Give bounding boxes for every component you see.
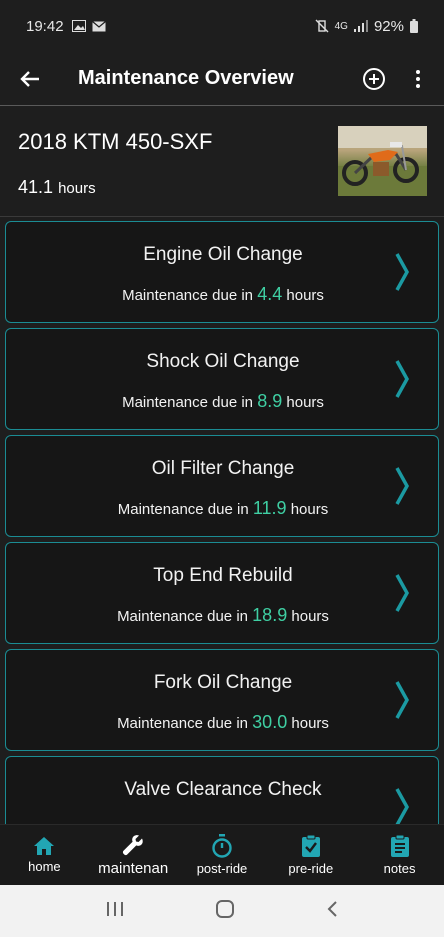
task-card-oil-filter[interactable]: Oil Filter Change Maintenance due in 11.…: [5, 435, 439, 537]
mail-icon: [91, 20, 106, 31]
status-time: 19:42: [26, 17, 64, 35]
nav-label: post-ride: [196, 861, 248, 876]
task-title: Valve Clearance Check: [124, 779, 322, 800]
status-bar: 19:42 4G 92%: [0, 0, 444, 52]
home-icon: [34, 837, 55, 855]
task-title: Top End Rebuild: [153, 565, 293, 586]
nav-label: pre-ride: [288, 861, 334, 876]
task-due: Maintenance due in 8.9 hours: [6, 391, 440, 412]
bottom-navigation: home maintenan post-ride pre-ride notes: [0, 824, 444, 885]
bike-header: 2018 KTM 450-SXF 41.1 hours: [0, 107, 444, 217]
task-due-unit: hours: [291, 608, 329, 625]
task-due: Maintenance due in 18.9 hours: [6, 605, 440, 626]
nav-maintenance[interactable]: maintenan: [89, 825, 178, 885]
nav-label: home: [28, 859, 61, 874]
chevron-right-icon: [395, 467, 410, 505]
task-due-value: 30.0: [252, 712, 288, 732]
recent-apps-button[interactable]: [106, 901, 124, 922]
nav-home[interactable]: home: [0, 825, 89, 885]
chevron-right-icon: [395, 360, 410, 398]
system-navigation-bar: [0, 885, 444, 937]
recent-apps-icon: [106, 901, 123, 916]
task-due-value: 4.4: [257, 284, 283, 304]
task-card-top-end[interactable]: Top End Rebuild Maintenance due in 18.9 …: [5, 542, 439, 644]
task-title: Shock Oil Change: [146, 351, 300, 372]
bike-hours-value: 41.1: [18, 177, 54, 197]
task-card-valve-clearance[interactable]: Valve Clearance Check: [5, 756, 439, 824]
task-due-value: 11.9: [252, 498, 287, 518]
nav-pre-ride[interactable]: pre-ride: [266, 825, 355, 885]
mute-vibrate-icon: [315, 19, 329, 33]
nav-notes[interactable]: notes: [355, 825, 444, 885]
task-due-unit: hours: [290, 501, 329, 518]
system-back-button[interactable]: [326, 900, 338, 923]
task-card-shock-oil[interactable]: Shock Oil Change Maintenance due in 8.9 …: [5, 328, 439, 430]
stopwatch-icon: [212, 834, 232, 858]
home-circle-icon: [215, 899, 234, 918]
more-vert-icon: [416, 69, 420, 88]
task-due-prefix: Maintenance due in: [122, 394, 254, 411]
task-due-prefix: Maintenance due in: [122, 287, 254, 304]
task-due-prefix: Maintenance due in: [117, 608, 248, 625]
task-due: Maintenance due in 4.4 hours: [6, 284, 440, 305]
chevron-right-icon: [395, 574, 410, 612]
signal-icon: [353, 20, 368, 32]
task-title: Engine Oil Change: [143, 244, 303, 265]
chevron-right-icon: [395, 253, 410, 291]
clipboard-list-icon: [390, 834, 409, 857]
back-chevron-icon: [327, 900, 338, 917]
network-label: 4G: [334, 20, 348, 32]
task-due-prefix: Maintenance due in: [117, 501, 249, 518]
task-due: Maintenance due in 30.0 hours: [6, 712, 440, 733]
status-right: 4G 92%: [315, 18, 418, 35]
arrow-back-icon: [20, 70, 39, 87]
bike-photo[interactable]: [338, 126, 427, 196]
chevron-right-icon: [395, 788, 410, 824]
notification-icons: [71, 20, 106, 32]
image-icon: [71, 20, 86, 32]
task-due-unit: hours: [291, 715, 329, 732]
task-due-unit: hours: [286, 287, 324, 304]
maintenance-list[interactable]: Engine Oil Change Maintenance due in 4.4…: [0, 218, 444, 824]
task-title: Oil Filter Change: [151, 458, 295, 479]
motorcycle-image: [338, 126, 427, 196]
add-button[interactable]: [352, 52, 396, 106]
task-card-fork-oil[interactable]: Fork Oil Change Maintenance due in 30.0 …: [5, 649, 439, 751]
nav-post-ride[interactable]: post-ride: [178, 825, 267, 885]
task-due: Maintenance due in 11.9 hours: [6, 498, 440, 519]
bike-hours-unit: hours: [58, 180, 96, 197]
task-due-value: 18.9: [252, 605, 288, 625]
bike-hours: 41.1 hours: [18, 177, 96, 198]
task-card-engine-oil[interactable]: Engine Oil Change Maintenance due in 4.4…: [5, 221, 439, 323]
more-options-button[interactable]: [396, 52, 440, 106]
bike-name: 2018 KTM 450-SXF: [18, 129, 213, 154]
add-circle-icon: [363, 67, 385, 90]
home-system-button[interactable]: [215, 899, 235, 923]
task-title: Fork Oil Change: [153, 672, 293, 693]
chevron-right-icon: [395, 681, 410, 719]
task-due-prefix: Maintenance due in: [117, 715, 248, 732]
battery-icon: [410, 19, 418, 33]
wrench-icon: [123, 835, 143, 856]
task-due-value: 8.9: [257, 391, 283, 411]
battery-percent: 92%: [373, 17, 404, 35]
task-due-unit: hours: [286, 394, 324, 411]
nav-label: notes: [383, 861, 416, 876]
app-bar: Maintenance Overview: [0, 52, 444, 106]
nav-label: maintenan: [98, 860, 169, 877]
back-button[interactable]: [0, 52, 60, 106]
page-title: Maintenance Overview: [78, 67, 294, 89]
clipboard-check-icon: [301, 834, 320, 857]
